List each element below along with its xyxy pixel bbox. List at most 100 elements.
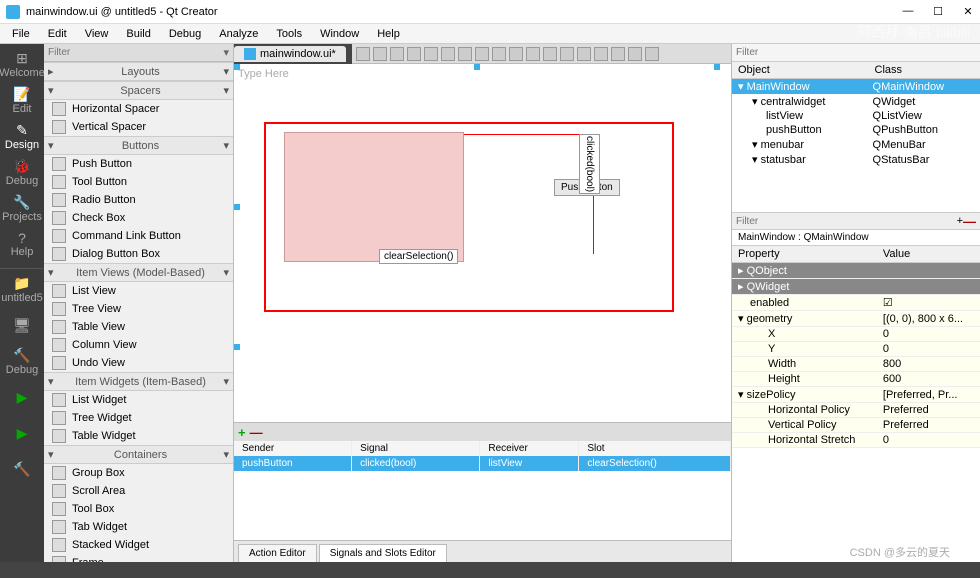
bottom-tab[interactable]: Action Editor [238, 544, 317, 562]
toolbar-button[interactable] [441, 47, 455, 61]
category-containers[interactable]: ▾Containers▾ [44, 445, 233, 464]
object-row[interactable]: pushButtonQPushButton [732, 123, 980, 137]
menu-edit[interactable]: Edit [40, 26, 75, 42]
column-header[interactable]: Sender [234, 441, 352, 456]
toolbar-button[interactable] [628, 47, 642, 61]
menu-type-here[interactable]: Type Here [238, 68, 289, 80]
toolbar-button[interactable] [577, 47, 591, 61]
toolbar-button[interactable] [492, 47, 506, 61]
menu-build[interactable]: Build [118, 26, 158, 42]
mode-projects[interactable]: 🔧Projects [2, 192, 42, 224]
kit-button[interactable]: 🔨 [2, 453, 42, 485]
maximize-button[interactable]: ☐ [932, 5, 944, 18]
column-header[interactable]: Slot [579, 441, 731, 456]
property-row[interactable]: Height600 [732, 372, 980, 387]
widget-tree-view[interactable]: Tree View [44, 300, 233, 318]
widget-list-widget[interactable]: List Widget [44, 391, 233, 409]
widget-list-view[interactable]: List View [44, 282, 233, 300]
widget-tab-widget[interactable]: Tab Widget [44, 518, 233, 536]
category-buttons[interactable]: ▾Buttons▾ [44, 136, 233, 155]
widget-tree-widget[interactable]: Tree Widget [44, 409, 233, 427]
widget-stacked-widget[interactable]: Stacked Widget [44, 536, 233, 554]
minimize-button[interactable]: — [902, 5, 914, 18]
chevron-down-icon[interactable]: ▾ [223, 46, 229, 59]
category-spacers[interactable]: ▾Spacers▾ [44, 81, 233, 100]
widget-vertical-spacer[interactable]: Vertical Spacer [44, 118, 233, 136]
mode-welcome[interactable]: ⊞Welcome [2, 48, 42, 80]
widget-undo-view[interactable]: Undo View [44, 354, 233, 372]
property-row[interactable]: X0 [732, 327, 980, 342]
menu-window[interactable]: Window [312, 26, 367, 42]
mode-debug[interactable]: 🐞Debug [2, 156, 42, 188]
kit-untitled5[interactable]: 📁untitled5 [2, 273, 42, 305]
kit-button[interactable]: ▶ [2, 417, 42, 449]
object-filter-input[interactable] [736, 47, 976, 58]
widget-command-link-button[interactable]: Command Link Button [44, 227, 233, 245]
mode-design[interactable]: ✎Design [2, 120, 42, 152]
close-button[interactable]: ✕ [962, 5, 974, 18]
toolbar-button[interactable] [560, 47, 574, 61]
bottom-tab[interactable]: Signals and Slots Editor [319, 544, 447, 562]
object-filter[interactable] [732, 44, 980, 62]
property-row[interactable]: ▸ QWidget [732, 279, 980, 295]
editor-tab[interactable]: mainwindow.ui* [234, 46, 346, 62]
list-view-widget[interactable] [284, 132, 464, 262]
property-row[interactable]: enabled☑ [732, 295, 980, 311]
kit-Debug[interactable]: 🔨Debug [2, 345, 42, 377]
widget-filter-input[interactable] [48, 47, 223, 58]
widget-dialog-button-box[interactable]: Dialog Button Box [44, 245, 233, 263]
property-editor[interactable]: PropertyValue▸ QObject▸ QWidgetenabled☑▾… [732, 246, 980, 562]
toolbar-button[interactable] [407, 47, 421, 61]
object-inspector[interactable]: ObjectClass▾ MainWindowQMainWindow▾ cent… [732, 62, 980, 212]
property-row[interactable]: ▾ geometry[(0, 0), 800 x 6... [732, 311, 980, 327]
category-layouts[interactable]: ▸Layouts▾ [44, 62, 233, 81]
remove-property-icon[interactable]: — [963, 214, 976, 229]
toolbar-button[interactable] [611, 47, 625, 61]
menu-tools[interactable]: Tools [268, 26, 310, 42]
toolbar-button[interactable] [356, 47, 370, 61]
property-row[interactable]: ▸ QObject [732, 263, 980, 279]
property-row[interactable]: Width800 [732, 357, 980, 372]
form-canvas[interactable]: Type Here PushButton clicked(bool) clear… [234, 64, 731, 422]
toolbar-button[interactable] [373, 47, 387, 61]
property-row[interactable]: Horizontal Stretch0 [732, 433, 980, 448]
kit-button[interactable]: 🖥 [2, 309, 42, 341]
menu-file[interactable]: File [4, 26, 38, 42]
property-row[interactable]: Horizontal PolicyPreferred [732, 403, 980, 418]
widget-tool-button[interactable]: Tool Button [44, 173, 233, 191]
widget-table-view[interactable]: Table View [44, 318, 233, 336]
toolbar-button[interactable] [526, 47, 540, 61]
widget-frame[interactable]: Frame [44, 554, 233, 562]
property-row[interactable]: ▾ sizePolicy[Preferred, Pr... [732, 387, 980, 403]
widget-group-box[interactable]: Group Box [44, 464, 233, 482]
toolbar-button[interactable] [594, 47, 608, 61]
toolbar-button[interactable] [543, 47, 557, 61]
category-item-views-model-based-[interactable]: ▾Item Views (Model-Based)▾ [44, 263, 233, 282]
column-header[interactable]: Signal [352, 441, 480, 456]
menu-analyze[interactable]: Analyze [211, 26, 266, 42]
menu-help[interactable]: Help [369, 26, 408, 42]
widget-radio-button[interactable]: Radio Button [44, 191, 233, 209]
widget-push-button[interactable]: Push Button [44, 155, 233, 173]
column-header[interactable]: Receiver [480, 441, 579, 456]
property-row[interactable]: Y0 [732, 342, 980, 357]
toolbar-button[interactable] [475, 47, 489, 61]
widget-table-widget[interactable]: Table Widget [44, 427, 233, 445]
menu-view[interactable]: View [77, 26, 117, 42]
widget-filter[interactable]: ▾ [44, 44, 233, 62]
widget-tool-box[interactable]: Tool Box [44, 500, 233, 518]
kit-button[interactable]: ▶ [2, 381, 42, 413]
toolbar-button[interactable] [390, 47, 404, 61]
toolbar-button[interactable] [509, 47, 523, 61]
toolbar-button[interactable] [458, 47, 472, 61]
menu-debug[interactable]: Debug [161, 26, 209, 42]
category-item-widgets-item-based-[interactable]: ▾Item Widgets (Item-Based)▾ [44, 372, 233, 391]
signal-row[interactable]: pushButton clicked(bool) listView clearS… [234, 456, 731, 471]
object-row[interactable]: ▾ centralwidgetQWidget [732, 94, 980, 109]
add-icon[interactable]: + [238, 425, 246, 440]
object-row[interactable]: ▾ statusbarQStatusBar [732, 152, 980, 167]
property-row[interactable]: Vertical PolicyPreferred [732, 418, 980, 433]
widget-check-box[interactable]: Check Box [44, 209, 233, 227]
widget-column-view[interactable]: Column View [44, 336, 233, 354]
toolbar-button[interactable] [645, 47, 659, 61]
